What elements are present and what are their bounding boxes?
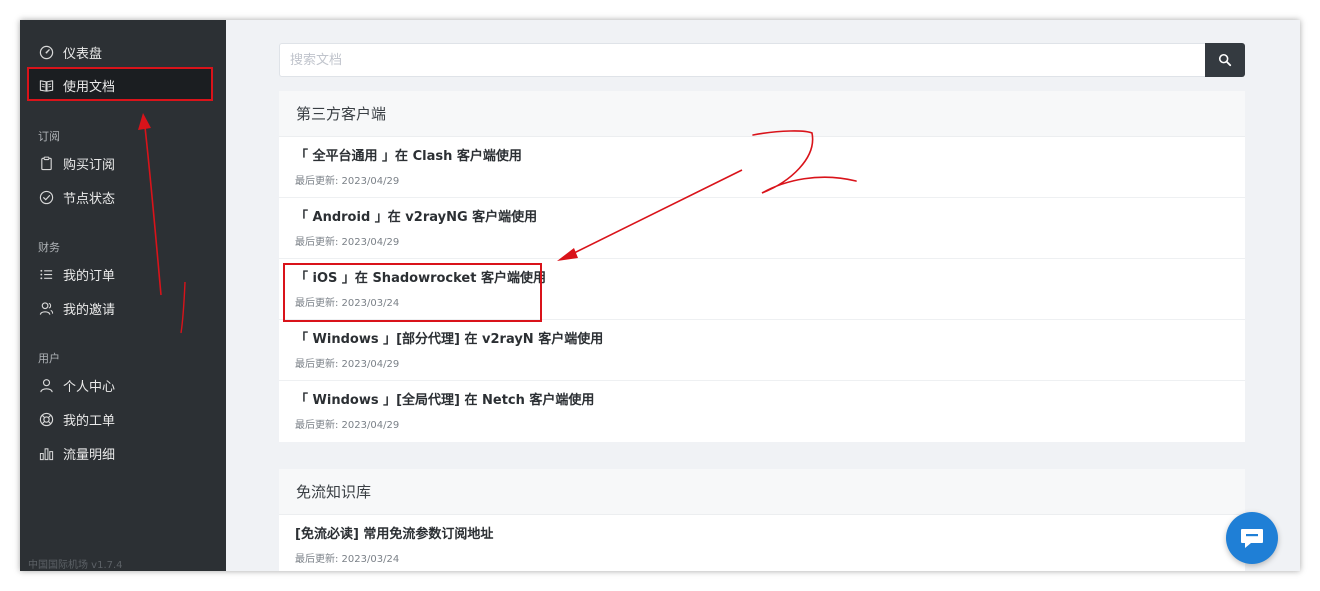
search-bar: [279, 43, 1245, 77]
main-content: 第三方客户端 「 全平台通用 」在 Clash 客户端使用 最后更新: 2023…: [226, 20, 1300, 571]
sidebar-item-purchase[interactable]: 购买订阅: [28, 147, 212, 179]
doc-title: 「 Windows 」[全局代理] 在 Netch 客户端使用: [295, 393, 595, 408]
sidebar: 仪表盘 使用文档 订阅 购买订阅 节点状态 财务 我的订单 我的邀请 用户 个人…: [20, 20, 226, 571]
sidebar-item-label: 购买订阅: [63, 157, 116, 173]
lifebuoy-icon: [38, 411, 54, 427]
version-label: 中国国际机场 v1.7.4: [28, 560, 123, 571]
sidebar-item-traffic[interactable]: 流量明细: [28, 437, 212, 469]
docs-panel-knowledge-base: 免流知识库 [免流必读] 常用免流参数订阅地址 最后更新: 2023/03/24: [279, 469, 1245, 571]
sidebar-item-label: 仪表盘: [63, 46, 103, 62]
sidebar-item-tickets[interactable]: 我的工单: [28, 403, 212, 435]
docs-panel-clients: 第三方客户端 「 全平台通用 」在 Clash 客户端使用 最后更新: 2023…: [279, 91, 1245, 442]
sidebar-section-title: 用户: [38, 352, 60, 365]
doc-updated-date: 最后更新: 2023/03/24: [295, 298, 400, 309]
list-item[interactable]: [免流必读] 常用免流参数订阅地址 最后更新: 2023/03/24: [279, 515, 1245, 571]
list-item[interactable]: 「 Windows 」[部分代理] 在 v2rayN 客户端使用 最后更新: 2…: [279, 320, 1245, 381]
sidebar-item-label: 节点状态: [63, 191, 116, 207]
app-window: 仪表盘 使用文档 订阅 购买订阅 节点状态 财务 我的订单 我的邀请 用户 个人…: [20, 20, 1300, 571]
check-circle-icon: [38, 189, 54, 205]
list-item[interactable]: 「 iOS 」在 Shadowrocket 客户端使用 最后更新: 2023/0…: [279, 259, 1245, 320]
search-input[interactable]: [279, 43, 1205, 77]
sidebar-item-node-status[interactable]: 节点状态: [28, 181, 212, 213]
doc-updated-date: 最后更新: 2023/03/24: [295, 554, 400, 565]
sidebar-item-invites[interactable]: 我的邀请: [28, 292, 212, 324]
sidebar-item-profile[interactable]: 个人中心: [28, 369, 212, 401]
doc-title: [免流必读] 常用免流参数订阅地址: [295, 527, 494, 542]
doc-updated-date: 最后更新: 2023/04/29: [295, 176, 400, 187]
doc-updated-date: 最后更新: 2023/04/29: [295, 420, 400, 431]
list-icon: [38, 266, 54, 282]
user-icon: [38, 377, 54, 393]
doc-updated-date: 最后更新: 2023/04/29: [295, 237, 400, 248]
users-icon: [38, 300, 54, 316]
sidebar-item-label: 使用文档: [63, 79, 116, 95]
sidebar-item-label: 我的邀请: [63, 302, 116, 318]
list-item[interactable]: 「 全平台通用 」在 Clash 客户端使用 最后更新: 2023/04/29: [279, 137, 1245, 198]
sidebar-item-docs[interactable]: 使用文档: [28, 69, 212, 101]
list-item[interactable]: 「 Windows 」[全局代理] 在 Netch 客户端使用 最后更新: 20…: [279, 381, 1245, 442]
chat-bubble-icon: [1241, 529, 1263, 548]
search-button[interactable]: [1205, 43, 1245, 77]
search-icon: [1218, 53, 1232, 67]
sidebar-item-dashboard[interactable]: 仪表盘: [28, 36, 212, 68]
sidebar-section-title: 订阅: [38, 130, 60, 143]
sidebar-item-label: 个人中心: [63, 379, 116, 395]
panel-title: 免流知识库: [279, 469, 1245, 515]
sidebar-item-label: 我的订单: [63, 268, 116, 284]
doc-title: 「 iOS 」在 Shadowrocket 客户端使用: [295, 271, 546, 286]
bar-chart-icon: [38, 445, 54, 461]
sidebar-item-orders[interactable]: 我的订单: [28, 258, 212, 290]
doc-title: 「 Windows 」[部分代理] 在 v2rayN 客户端使用: [295, 332, 604, 347]
sidebar-item-label: 流量明细: [63, 447, 116, 463]
doc-updated-date: 最后更新: 2023/04/29: [295, 359, 400, 370]
list-item[interactable]: 「 Android 」在 v2rayNG 客户端使用 最后更新: 2023/04…: [279, 198, 1245, 259]
clipboard-icon: [38, 155, 54, 171]
chat-button[interactable]: [1226, 512, 1278, 564]
book-icon: [38, 77, 54, 93]
doc-title: 「 全平台通用 」在 Clash 客户端使用: [295, 149, 522, 164]
doc-title: 「 Android 」在 v2rayNG 客户端使用: [295, 210, 538, 225]
sidebar-item-label: 我的工单: [63, 413, 116, 429]
sidebar-section-title: 财务: [38, 241, 60, 254]
dashboard-icon: [38, 44, 54, 60]
panel-title: 第三方客户端: [279, 91, 1245, 137]
